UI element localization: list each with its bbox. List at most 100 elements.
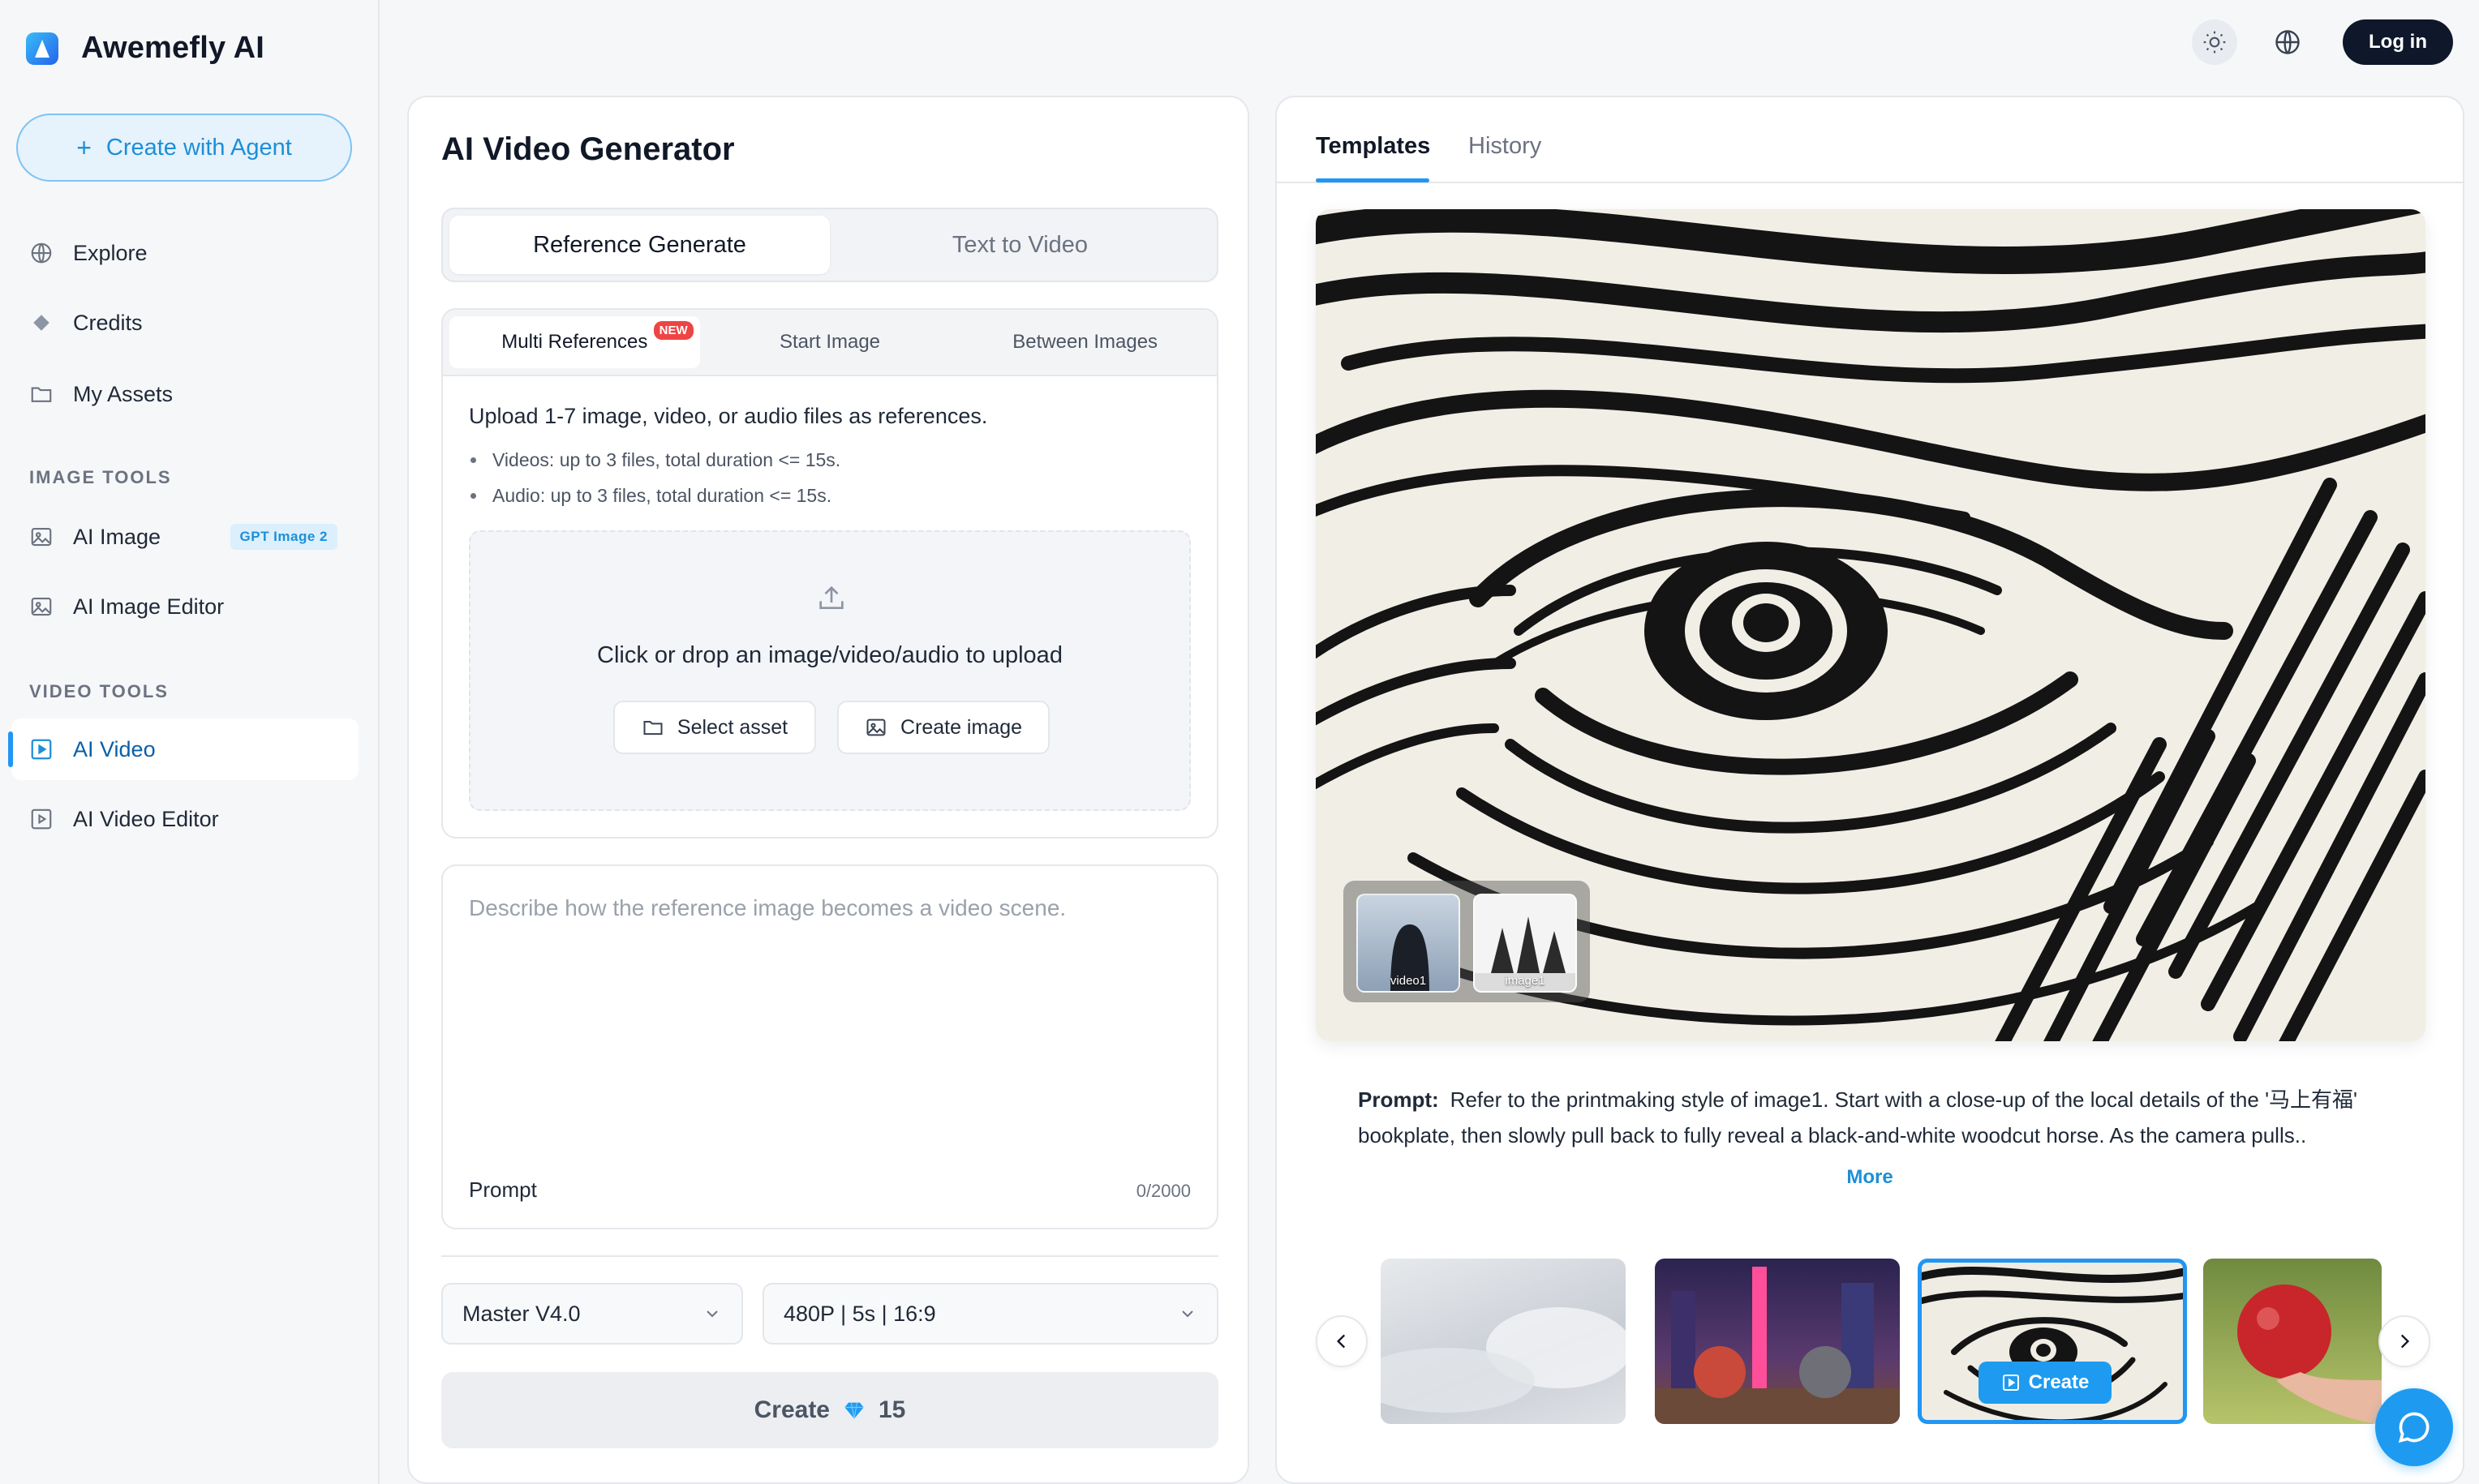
chevron-down-icon: [1182, 1310, 1193, 1318]
reference-thumb-video[interactable]: video1: [1356, 894, 1460, 993]
page-title: AI Video Generator: [441, 131, 735, 167]
sidebar-item-ai-image-editor[interactable]: AI Image Editor: [11, 576, 359, 637]
chevron-left-icon: [1336, 1334, 1346, 1349]
folder-icon: [643, 721, 663, 736]
select-asset-label: Select asset: [677, 715, 788, 739]
tab-templates[interactable]: Templates: [1316, 133, 1430, 160]
templates-panel: Templates History video1 image1 Prompt: …: [1275, 96, 2464, 1484]
upload-icon: [819, 585, 844, 609]
template-thumb[interactable]: [2203, 1259, 2382, 1424]
template-preview-image[interactable]: video1 image1: [1316, 209, 2425, 1041]
tab-reference-generate[interactable]: Reference Generate: [449, 216, 830, 274]
image-edit-icon: [29, 594, 54, 619]
tab-between-images[interactable]: Between Images: [960, 316, 1210, 368]
tab-label: Multi References: [501, 331, 648, 353]
chat-support-button[interactable]: [2375, 1388, 2453, 1466]
create-cost: 15: [879, 1396, 906, 1423]
reference-thumb-label: image1: [1505, 974, 1545, 988]
sidebar-item-ai-video-editor[interactable]: AI Video Editor: [11, 788, 359, 850]
globe-icon: [2275, 30, 2300, 54]
limit-text: Audio: up to 3 files, total duration <= …: [492, 485, 832, 506]
more-link[interactable]: More: [1277, 1166, 2463, 1189]
reference-thumbnails: video1 image1: [1343, 881, 1590, 1002]
create-image-button[interactable]: Create image: [837, 701, 1050, 754]
chevron-down-icon: [707, 1310, 718, 1318]
brand[interactable]: Awemefly AI: [26, 31, 264, 66]
image-tools-heading: IMAGE TOOLS: [29, 467, 172, 487]
select-asset-button[interactable]: Select asset: [613, 701, 816, 754]
divider: [441, 1255, 1218, 1257]
sidebar-item-label: My Assets: [73, 381, 174, 406]
sidebar-item-label: AI Image Editor: [73, 594, 225, 619]
template-thumb[interactable]: [1381, 1259, 1626, 1424]
sidebar-item-label: AI Image: [73, 524, 161, 549]
create-label: Create: [754, 1396, 830, 1423]
sidebar-item-my-assets[interactable]: My Assets: [11, 363, 359, 425]
template-prompt-label: Prompt:: [1358, 1087, 1439, 1112]
diamond-icon: [29, 311, 54, 335]
limit-item: Audio: up to 3 files, total duration <= …: [470, 485, 831, 507]
create-button[interactable]: Create 15: [441, 1372, 1218, 1448]
template-prompt-text: Refer to the printmaking style of image1…: [1358, 1087, 2358, 1147]
templates-tabs: Templates History: [1277, 97, 2463, 183]
template-create-button[interactable]: Create: [1978, 1362, 2112, 1404]
video-settings-select[interactable]: 480P | 5s | 16:9: [763, 1283, 1218, 1345]
tab-multi-references[interactable]: Multi References NEW: [449, 316, 700, 368]
model-select[interactable]: Master V4.0: [441, 1283, 743, 1345]
reference-thumb-image[interactable]: image1: [1473, 894, 1577, 993]
template-thumb[interactable]: [1655, 1259, 1900, 1424]
diamond-icon: [844, 1402, 864, 1419]
brand-logo-icon: [26, 32, 58, 65]
sun-icon: [2203, 31, 2226, 54]
video-icon: [29, 737, 54, 761]
plus-icon: +: [76, 132, 92, 162]
video-edit-icon: [29, 807, 54, 831]
limit-item: Videos: up to 3 files, total duration <=…: [470, 449, 840, 471]
tab-text-to-video[interactable]: Text to Video: [830, 216, 1210, 274]
sidebar-item-ai-image[interactable]: AI Image GPT Image 2: [11, 506, 359, 568]
reference-box: Multi References NEW Start Image Between…: [441, 308, 1218, 839]
prompt-textarea[interactable]: Describe how the reference image becomes…: [441, 864, 1218, 1229]
language-button[interactable]: [2265, 19, 2310, 65]
mode-tabs: Reference Generate Text to Video: [441, 208, 1218, 282]
sidebar-item-label: AI Video: [73, 736, 156, 761]
app-root: Awemefly AI + Create with Agent Explore …: [0, 0, 2479, 1484]
image-icon: [866, 718, 886, 736]
generator-panel: AI Video Generator Reference Generate Te…: [407, 96, 1249, 1484]
chat-bubble-icon: [2398, 1412, 2430, 1443]
brand-name: Awemefly AI: [81, 31, 265, 65]
reference-tabs: Multi References NEW Start Image Between…: [443, 310, 1217, 376]
carousel-next-button[interactable]: [2378, 1315, 2430, 1367]
reference-description: Upload 1-7 image, video, or audio files …: [469, 404, 988, 428]
apple-image: [2237, 1285, 2382, 1424]
upload-dropzone[interactable]: Click or drop an image/video/audio to up…: [469, 530, 1191, 811]
new-badge: NEW: [653, 321, 694, 340]
active-tab-indicator: [1316, 178, 1429, 182]
create-with-agent-button[interactable]: + Create with Agent: [16, 114, 352, 182]
sidebar: Awemefly AI + Create with Agent Explore …: [0, 0, 380, 1484]
video-icon: [2002, 1375, 2019, 1391]
prompt-placeholder: Describe how the reference image becomes…: [469, 895, 1067, 920]
video-tools-heading: VIDEO TOOLS: [29, 681, 169, 701]
tab-start-image[interactable]: Start Image: [705, 316, 956, 368]
chevron-right-icon: [2400, 1334, 2410, 1349]
upload-instructions: Click or drop an image/video/audio to up…: [597, 642, 1063, 668]
template-create-label: Create: [2028, 1371, 2090, 1393]
limit-text: Videos: up to 3 files, total duration <=…: [492, 449, 841, 470]
theme-toggle-button[interactable]: [2192, 19, 2237, 65]
template-thumb-selected[interactable]: Create: [1918, 1259, 2187, 1424]
folder-icon: [29, 382, 54, 406]
login-button[interactable]: Log in: [2343, 19, 2453, 65]
image-icon: [29, 525, 54, 549]
prompt-char-count: 0/2000: [1136, 1181, 1191, 1201]
sidebar-item-ai-video[interactable]: AI Video: [8, 718, 359, 780]
carousel-prev-button[interactable]: [1316, 1315, 1368, 1367]
sidebar-item-credits[interactable]: Credits: [11, 292, 359, 354]
tab-history[interactable]: History: [1468, 133, 1541, 160]
sidebar-item-label: Credits: [73, 310, 143, 335]
settings-value: 480P | 5s | 16:9: [784, 1301, 936, 1326]
create-image-label: Create image: [900, 715, 1023, 739]
sidebar-item-label: AI Video Editor: [73, 806, 219, 831]
gpt-image-badge: GPT Image 2: [230, 524, 337, 550]
sidebar-item-explore[interactable]: Explore: [11, 222, 359, 284]
